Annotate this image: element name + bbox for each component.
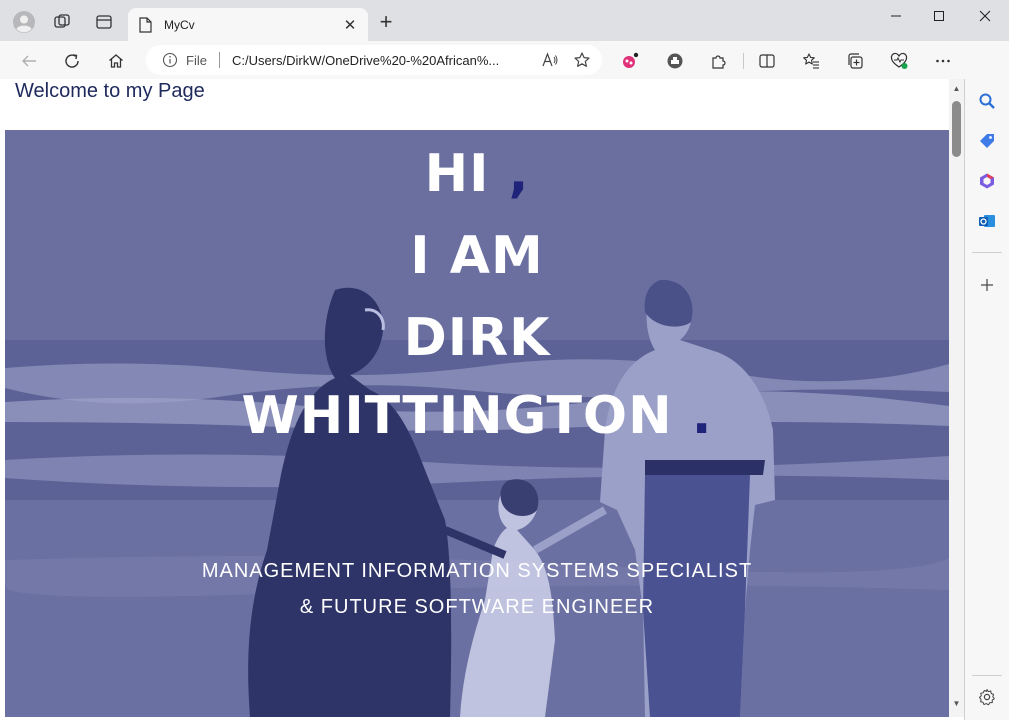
content-frame-border — [964, 79, 965, 720]
search-icon — [979, 93, 995, 109]
hero-last-name-accent: . — [691, 386, 713, 446]
protocol-label: File — [186, 52, 207, 68]
navigation-toolbar: File C:/Users/DirkW/OneDrive%20-%20Afric… — [0, 41, 1009, 79]
maximize-button[interactable] — [916, 0, 962, 32]
sidebar-divider-bottom — [972, 675, 1002, 676]
hero-last-name-text: WHITTINGTON — [241, 386, 673, 446]
puzzle-icon — [712, 55, 726, 69]
maximize-icon — [934, 11, 944, 21]
hero-subtitle-line1: MANAGEMENT INFORMATION SYSTEMS SPECIALIS… — [201, 560, 753, 582]
minimize-icon — [891, 15, 901, 17]
hero-section: HI , I AM DIRK WHITTINGTON . MANAGEMENT … — [5, 130, 949, 717]
favorite-star-icon[interactable] — [570, 48, 594, 72]
close-icon — [979, 10, 991, 22]
office-icon — [980, 173, 994, 189]
sidebar-shopping-button[interactable] — [974, 128, 1000, 154]
gear-icon — [979, 689, 995, 706]
collections-button[interactable] — [841, 47, 869, 75]
minimize-button[interactable] — [873, 0, 919, 32]
profile-icon — [13, 11, 35, 33]
welcome-heading: Welcome to my Page — [15, 80, 205, 102]
address-bar[interactable]: File C:/Users/DirkW/OneDrive%20-%20Afric… — [146, 45, 602, 75]
more-dots-icon — [936, 59, 950, 63]
more-menu-button[interactable] — [929, 47, 957, 75]
workspaces-button[interactable] — [48, 8, 76, 36]
shopping-tag-icon — [980, 134, 994, 148]
scroll-down-arrow-icon[interactable]: ▼ — [952, 699, 961, 708]
new-tab-button[interactable]: + — [374, 11, 398, 35]
close-window-button[interactable] — [962, 0, 1008, 32]
back-arrow-icon — [22, 55, 36, 67]
extension-badge-icon — [667, 53, 683, 69]
home-icon — [109, 54, 123, 68]
heart-pulse-icon — [890, 52, 908, 69]
hero-line-hi: HI , — [5, 144, 949, 204]
extension-button-1[interactable] — [616, 47, 644, 75]
hero-line-last-name: WHITTINGTON . — [5, 386, 949, 446]
browser-essentials-button[interactable] — [885, 47, 913, 75]
refresh-icon — [65, 54, 79, 68]
page-icon — [138, 16, 154, 33]
hero-line-first-name: DIRK — [403, 308, 551, 368]
page-viewport: Welcome to my Page HI , I AM DIRK WHITTI… — [5, 79, 949, 717]
extension-dots-icon — [623, 52, 639, 68]
sidebar-divider — [972, 252, 1002, 253]
profile-avatar[interactable] — [10, 8, 38, 36]
scroll-up-arrow-icon[interactable]: ▲ — [952, 84, 961, 93]
split-screen-icon — [759, 54, 775, 68]
back-button[interactable] — [15, 47, 43, 75]
tab-title: MyCv — [164, 17, 195, 32]
toolbar-divider — [743, 53, 744, 69]
split-screen-button[interactable] — [753, 47, 781, 75]
extensions-button[interactable] — [705, 47, 733, 75]
read-aloud-icon[interactable] — [538, 48, 562, 72]
collections-icon — [848, 53, 863, 69]
tab-strip: MyCv ✕ + — [0, 0, 1009, 41]
plus-icon — [981, 279, 993, 291]
tab-actions-button[interactable] — [90, 8, 118, 36]
scroll-thumb[interactable] — [952, 101, 961, 157]
tab-actions-icon — [96, 15, 112, 29]
sidebar-search-button[interactable] — [974, 88, 1000, 114]
address-separator — [218, 52, 220, 68]
hero-hi-text: HI — [424, 144, 490, 204]
sidebar-settings-button[interactable] — [974, 684, 1000, 710]
tab-close-icon[interactable]: ✕ — [342, 17, 358, 34]
sidebar-add-button[interactable] — [974, 272, 1000, 298]
hero-subtitle-line2: & FUTURE SOFTWARE ENGINEER — [299, 596, 655, 618]
hero-line-i-am: I AM — [410, 226, 544, 286]
outlook-icon — [979, 215, 995, 227]
extension-button-2[interactable] — [661, 47, 689, 75]
favorites-button[interactable] — [797, 47, 825, 75]
info-icon[interactable] — [162, 52, 178, 68]
tab-mycv[interactable]: MyCv ✕ — [128, 8, 368, 41]
url-text[interactable]: C:/Users/DirkW/OneDrive%20-%20African%..… — [232, 53, 538, 68]
home-button[interactable] — [102, 47, 130, 75]
favorites-star-icon — [803, 53, 819, 69]
page-scrollbar[interactable]: ▲ ▼ — [949, 79, 964, 717]
sidebar-outlook-button[interactable] — [974, 208, 1000, 234]
refresh-button[interactable] — [58, 47, 86, 75]
edge-sidebar — [965, 41, 1009, 720]
workspaces-icon — [54, 14, 70, 28]
hero-hi-accent: , — [508, 144, 530, 204]
sidebar-office-button[interactable] — [974, 168, 1000, 194]
